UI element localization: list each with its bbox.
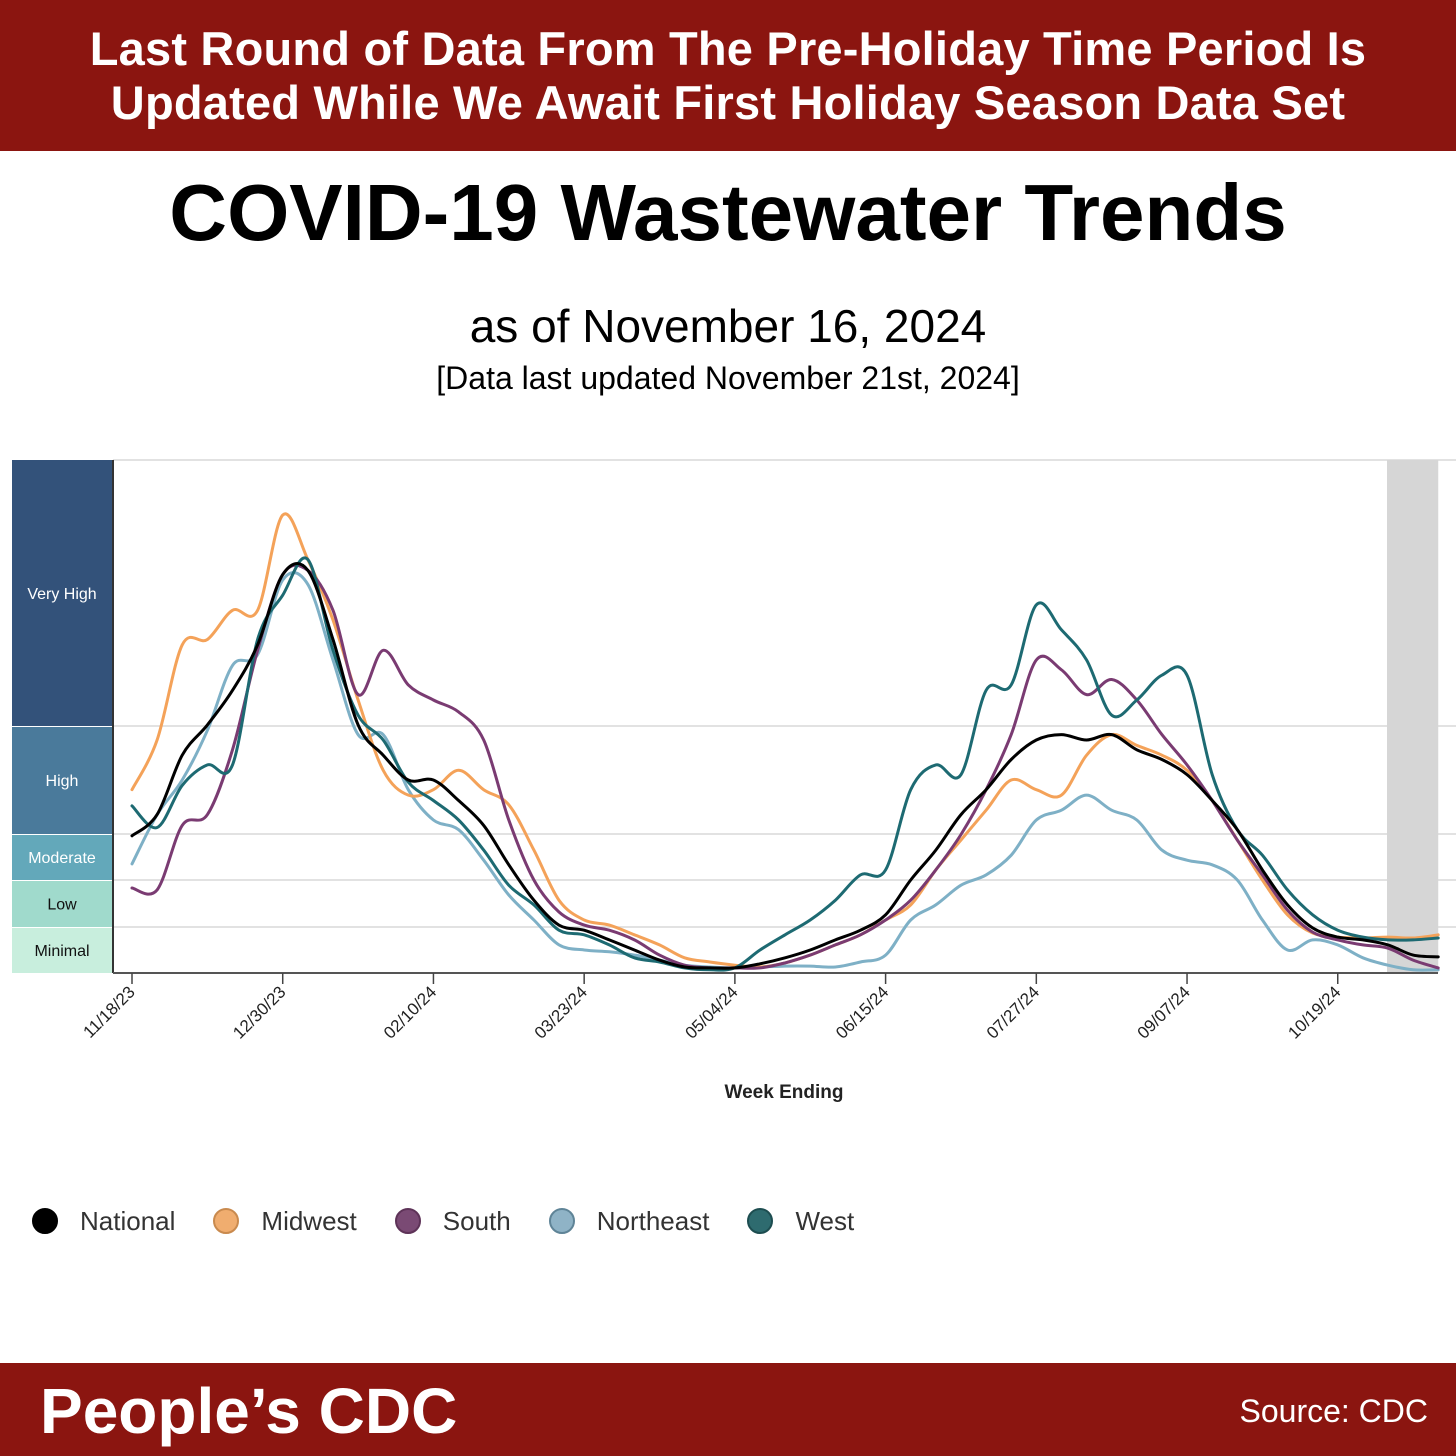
legend-item-west: West <box>747 1206 854 1237</box>
level-label-high: High <box>46 773 79 790</box>
legend-swatch-icon <box>548 1208 575 1234</box>
activity-level-bands: Minimal Low Moderate High Very High <box>12 460 112 973</box>
legend-swatch-icon <box>213 1208 240 1234</box>
series-line-midwest <box>130 512 1440 969</box>
x-tick-label: 05/04/24 <box>681 982 741 1042</box>
legend-label: National <box>80 1205 176 1236</box>
x-axis-ticks: 11/18/23 12/30/23 02/10/24 03/23/24 05/04/24… <box>79 973 1345 1043</box>
level-label-moderate: Moderate <box>28 850 96 867</box>
level-label-low: Low <box>47 897 77 914</box>
legend-swatch-icon <box>747 1208 774 1234</box>
legend-item-south: South <box>394 1205 511 1237</box>
legend-label: Northeast <box>596 1205 710 1236</box>
brand-logo-text: People’s CDC <box>40 1375 458 1447</box>
legend-item-northeast: Northeast <box>548 1205 710 1237</box>
axes <box>112 460 1438 974</box>
series-line-national <box>130 562 1440 970</box>
bottom-banner: People’s CDC Source: CDC <box>0 1363 1456 1456</box>
x-tick-label: 12/30/23 <box>229 982 289 1042</box>
x-tick-label: 07/27/24 <box>983 982 1043 1042</box>
legend-label: West <box>795 1205 855 1236</box>
legend-label: South <box>442 1205 511 1236</box>
legend-item-midwest: Midwest <box>213 1205 357 1237</box>
x-tick-label: 09/07/24 <box>1134 982 1194 1042</box>
legend-swatch-icon <box>394 1208 421 1234</box>
x-tick-label: 02/10/24 <box>380 982 440 1042</box>
x-axis-label: Week Ending <box>725 1082 844 1103</box>
level-label-very-high: Very High <box>27 586 96 603</box>
x-tick-label: 11/18/23 <box>79 982 138 1041</box>
legend: National Midwest South Northeast West <box>32 1203 892 1239</box>
source-label: Source: CDC <box>1239 1393 1429 1429</box>
legend-label: Midwest <box>261 1205 357 1236</box>
x-tick-label: 03/23/24 <box>531 982 591 1042</box>
legend-item-national: National <box>32 1206 175 1237</box>
series-lines <box>130 512 1440 972</box>
level-label-minimal: Minimal <box>34 943 89 960</box>
pending-data-band <box>1387 460 1439 973</box>
x-tick-label: 06/15/24 <box>832 982 892 1042</box>
x-tick-label: 10/19/24 <box>1284 982 1344 1042</box>
legend-swatch-icon <box>32 1208 58 1234</box>
